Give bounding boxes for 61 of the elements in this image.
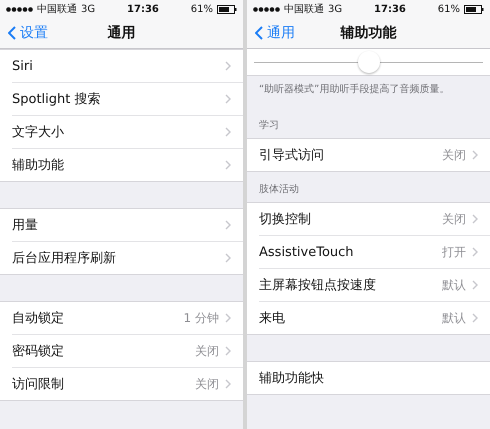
row-label: Spotlight 搜索: [12, 91, 102, 108]
settings-row[interactable]: 主屏幕按钮点按速度 默认: [259, 269, 490, 302]
row-value: 关闭: [442, 146, 466, 164]
settings-row[interactable]: 密码锁定 关闭: [12, 335, 243, 368]
row-value: 1 分钟: [184, 310, 219, 326]
row-label: 辅助功能: [12, 157, 65, 174]
screen-title: 通用: [108, 24, 136, 42]
back-icon: [8, 26, 16, 40]
row-label: 切换控制: [259, 211, 312, 228]
signal-icon: [6, 6, 33, 12]
row-label: 文字大小: [12, 124, 65, 141]
settings-row[interactable]: 文字大小: [12, 116, 243, 149]
row-label: 访问限制: [12, 376, 65, 393]
row-value: 默认: [442, 310, 466, 326]
row-label: 来电: [259, 310, 286, 327]
section-footer: “助听器模式”用助听手段提高了音频质量。: [247, 76, 490, 108]
settings-row[interactable]: 切换控制 关闭: [259, 203, 490, 236]
battery-icon: [217, 4, 238, 14]
slider-track[interactable]: [254, 51, 483, 73]
row-value: 关闭: [195, 376, 219, 392]
row-label: 用量: [12, 217, 39, 234]
battery-percent: 61%: [190, 4, 214, 14]
row-label: 自动锁定: [12, 310, 65, 327]
screen-title: 辅助功能: [340, 24, 396, 42]
settings-row[interactable]: AssistiveTouch 打开: [259, 236, 490, 269]
network-type: 3G: [328, 4, 342, 14]
back-icon: [255, 26, 263, 40]
section-header: 肢体活动: [258, 182, 300, 197]
settings-row[interactable]: Spotlight 搜索: [12, 83, 243, 116]
row-value: 默认: [442, 276, 466, 294]
battery-icon: [464, 4, 484, 14]
slider-thumb[interactable]: [358, 51, 380, 73]
carrier-name: 中国联通: [37, 2, 77, 16]
settings-row[interactable]: 访问限制 关闭: [12, 368, 243, 400]
row-label: 辅助功能快: [259, 370, 325, 387]
network-type: 3G: [81, 4, 96, 14]
carrier-name: 中国联通: [284, 2, 324, 16]
battery-percent: 61%: [438, 4, 460, 14]
settings-row[interactable]: 辅助功能快: [259, 362, 490, 394]
signal-icon: [253, 6, 280, 12]
row-label: 后台应用程序刷新: [12, 250, 117, 267]
row-label: 主屏幕按钮点按速度: [259, 277, 377, 294]
back-button[interactable]: 通用: [253, 22, 297, 44]
settings-row[interactable]: 自动锁定 1 分钟: [12, 302, 243, 335]
status-time: 17:36: [127, 4, 159, 14]
back-button[interactable]: 设置: [6, 22, 50, 44]
row-label: Siri: [12, 58, 34, 74]
status-time: 17:36: [374, 4, 406, 14]
row-label: AssistiveTouch: [259, 244, 355, 260]
row-value: 关闭: [195, 342, 219, 360]
row-label: 引导式访问: [259, 147, 325, 164]
section-header: 学习: [258, 119, 280, 133]
settings-row[interactable]: 辅助功能: [12, 149, 243, 181]
row-label: 密码锁定: [12, 343, 65, 360]
settings-row[interactable]: Siri: [12, 50, 243, 83]
settings-row[interactable]: 引导式访问 关闭: [259, 139, 490, 171]
settings-row[interactable]: 来电 默认: [259, 302, 490, 334]
settings-row[interactable]: 后台应用程序刷新: [12, 242, 243, 274]
row-value: 关闭: [442, 210, 466, 228]
row-value: 打开: [442, 244, 466, 260]
settings-row[interactable]: 用量: [12, 209, 243, 242]
